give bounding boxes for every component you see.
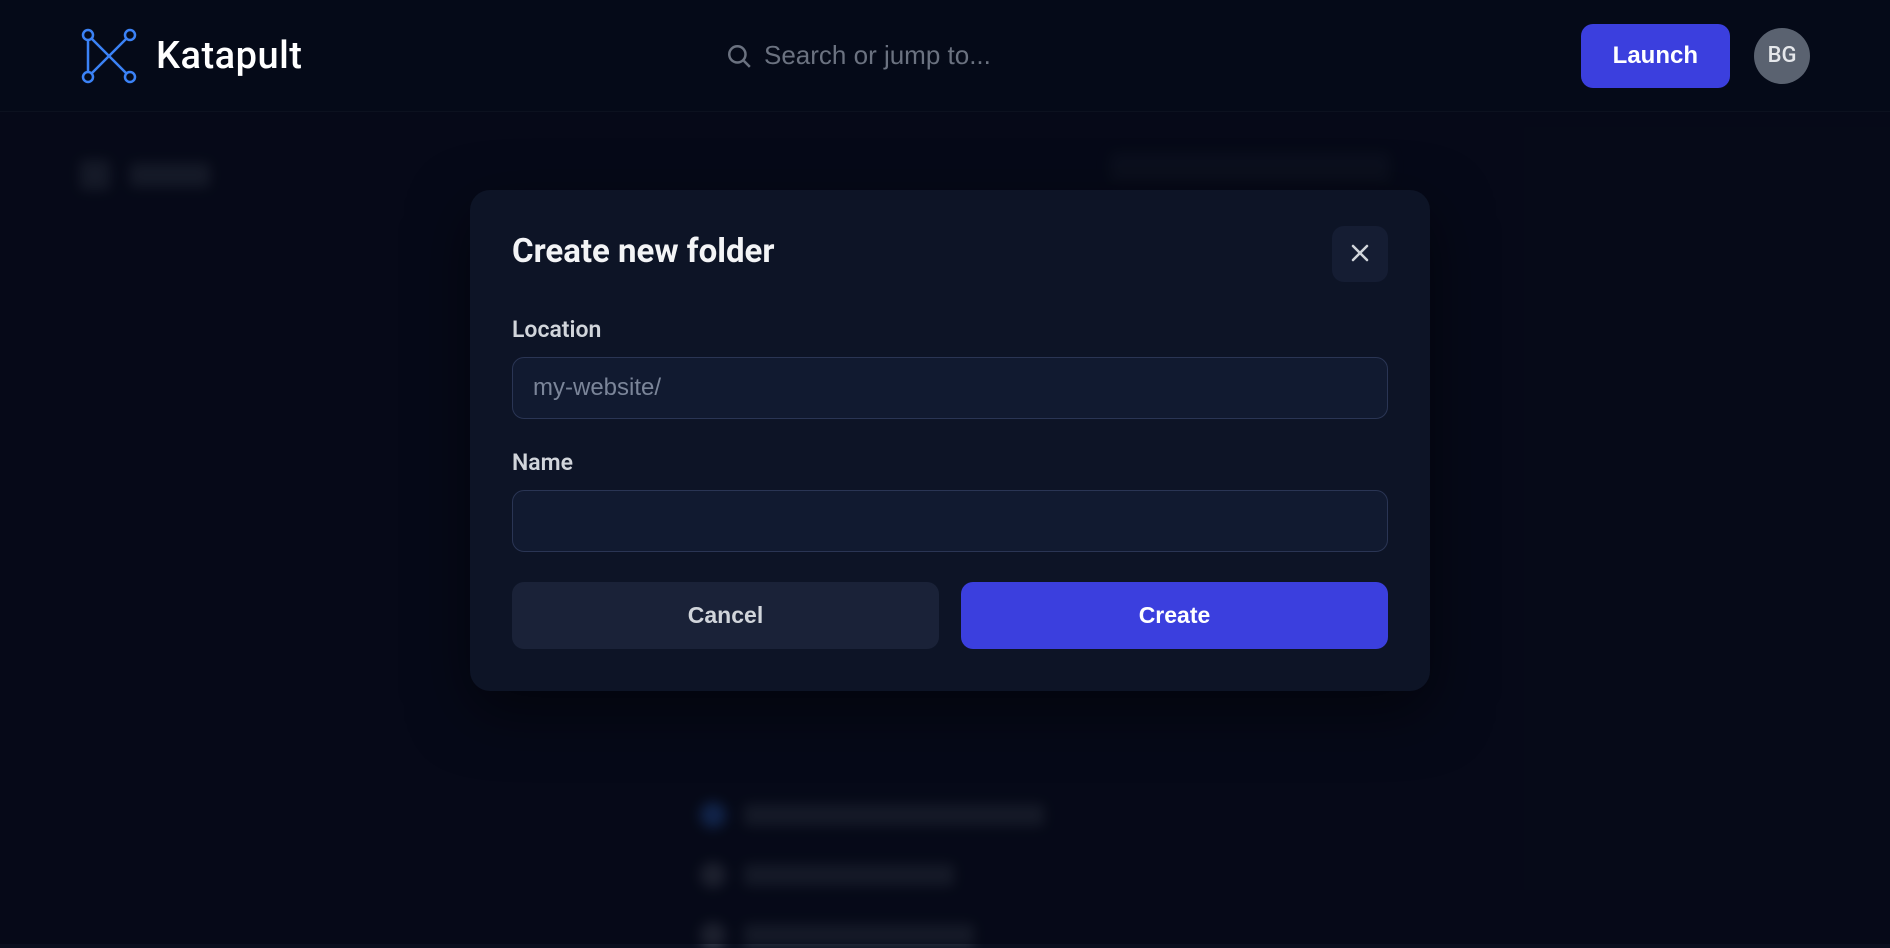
header-actions: Launch BG (1581, 24, 1810, 88)
app-header: Katapult Launch BG (0, 0, 1890, 112)
avatar[interactable]: BG (1754, 28, 1810, 84)
name-input[interactable] (512, 490, 1388, 552)
close-button[interactable] (1332, 226, 1388, 282)
search-input[interactable] (764, 40, 1164, 71)
location-label: Location (512, 316, 1388, 343)
brand-name: Katapult (156, 34, 302, 78)
location-field-group: Location (512, 316, 1388, 419)
close-icon (1348, 241, 1372, 268)
modal-actions: Cancel Create (512, 582, 1388, 649)
launch-button[interactable]: Launch (1581, 24, 1730, 88)
name-label: Name (512, 449, 1388, 476)
create-folder-modal: Create new folder Location Name Cancel C… (470, 190, 1430, 691)
global-search[interactable] (726, 40, 1164, 71)
create-button[interactable]: Create (961, 582, 1388, 649)
search-icon (726, 43, 752, 69)
brand-logo[interactable]: Katapult (80, 27, 302, 85)
cancel-button[interactable]: Cancel (512, 582, 939, 649)
location-input (512, 357, 1388, 419)
logo-mark-icon (80, 27, 138, 85)
name-field-group: Name (512, 449, 1388, 552)
modal-title: Create new folder (512, 232, 774, 271)
